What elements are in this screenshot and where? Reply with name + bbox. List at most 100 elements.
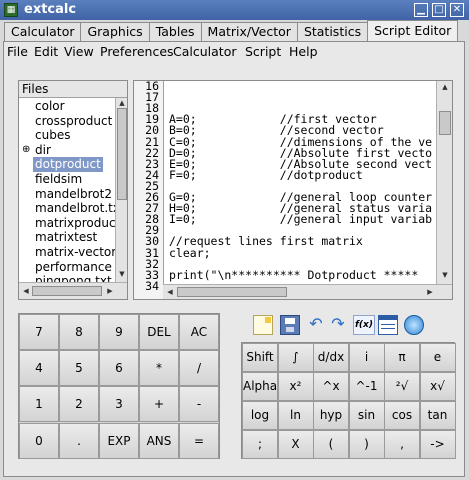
file-item[interactable]: mandelbrot2	[33, 187, 114, 202]
menu-script[interactable]: Script	[245, 44, 281, 59]
new-file-icon[interactable]	[253, 315, 273, 335]
menu-preferences[interactable]: Preferences	[100, 44, 174, 59]
close-icon[interactable]: ✕	[450, 3, 464, 17]
function-button[interactable]: ,	[384, 430, 420, 459]
function-button[interactable]: ln	[277, 401, 314, 430]
scroll-left-icon[interactable]: ◀	[165, 288, 175, 296]
function-button[interactable]: ;	[242, 430, 278, 459]
scroll-right-icon[interactable]: ▶	[425, 288, 435, 296]
function-button[interactable]: π	[384, 343, 420, 372]
keypad-button[interactable]: .	[59, 422, 99, 459]
function-button[interactable]: tan	[419, 401, 456, 430]
keypad-button[interactable]: ANS	[139, 422, 179, 459]
function-button[interactable]: Shift	[242, 343, 278, 372]
function-button[interactable]: x√	[419, 372, 456, 401]
tab-tables[interactable]: Tables	[148, 22, 202, 41]
file-item[interactable]: color	[33, 99, 67, 114]
editor-hscrollbar[interactable]: ◀ ▶	[163, 284, 452, 299]
keypad-button[interactable]: 0	[19, 422, 59, 459]
keypad-button[interactable]: -	[179, 386, 219, 423]
tab-matrix-vector[interactable]: Matrix/Vector	[200, 22, 298, 41]
keypad-button[interactable]: 9	[99, 314, 139, 350]
scroll-down-icon[interactable]: ▼	[117, 270, 127, 278]
function-button[interactable]: sin	[348, 401, 385, 430]
scroll-up-icon[interactable]: ▲	[440, 83, 450, 91]
function-button[interactable]: ^x	[313, 372, 349, 401]
tab-statistics[interactable]: Statistics	[296, 22, 369, 41]
function-button[interactable]: ->	[419, 430, 456, 459]
editor-vscroll-thumb[interactable]	[439, 111, 451, 135]
menu-calculator[interactable]: Calculator	[173, 44, 236, 59]
function-button[interactable]: log	[242, 401, 278, 430]
maximize-icon[interactable]: □	[432, 3, 446, 17]
function-button[interactable]: X	[277, 430, 314, 459]
function-button[interactable]: x²	[277, 372, 314, 401]
keypad-button[interactable]: /	[179, 350, 219, 387]
keypad-button[interactable]: 1	[19, 386, 59, 423]
file-item[interactable]: matrixproduct	[33, 216, 122, 231]
function-button[interactable]: (	[313, 430, 349, 459]
file-item[interactable]: dotproduct	[33, 157, 103, 173]
keypad-button[interactable]: 6	[99, 350, 139, 387]
editor-vscrollbar[interactable]: ▲ ▼	[436, 81, 452, 284]
function-button[interactable]: cos	[384, 401, 420, 430]
tab-graphics[interactable]: Graphics	[80, 22, 150, 41]
file-item[interactable]: matrix-vector	[33, 245, 118, 260]
run-icon[interactable]	[404, 315, 424, 335]
save-icon[interactable]	[280, 315, 300, 335]
function-button[interactable]: d/dx	[313, 343, 349, 372]
keypad-button[interactable]: *	[139, 350, 179, 387]
keypad-button[interactable]: 4	[19, 350, 59, 387]
scroll-left-icon[interactable]: ◀	[21, 287, 31, 295]
function-icon[interactable]: f(x)	[353, 315, 375, 335]
keypad-button[interactable]: 7	[19, 314, 59, 350]
keypad-button[interactable]: 2	[59, 386, 99, 423]
scroll-up-icon[interactable]: ▲	[117, 99, 127, 107]
keypad-button[interactable]: EXP	[99, 422, 139, 459]
file-item[interactable]: dir	[33, 143, 53, 158]
function-button[interactable]: i	[348, 343, 385, 372]
menu-help[interactable]: Help	[289, 44, 318, 59]
files-hscroll-thumb[interactable]	[32, 286, 102, 296]
minimize-icon[interactable]: ▁	[414, 3, 428, 17]
keypad-button[interactable]: 3	[99, 386, 139, 423]
function-button[interactable]: ^-1	[348, 372, 385, 401]
function-button[interactable]: hyp	[313, 401, 349, 430]
keypad-button[interactable]: DEL	[139, 314, 179, 350]
function-button[interactable]: )	[348, 430, 385, 459]
function-button[interactable]: e	[419, 343, 456, 372]
file-item[interactable]: matrixtest	[33, 230, 99, 245]
file-item[interactable]: cubes	[33, 128, 72, 143]
scroll-down-icon[interactable]: ▼	[440, 271, 450, 279]
tab-script-editor[interactable]: Script Editor	[367, 20, 459, 41]
menu-edit[interactable]: Edit	[34, 44, 58, 59]
keypad-button[interactable]: 8	[59, 314, 99, 350]
number-keypad: 7 8 9 DEL AC 4 5 6 */ 1 2 3 + - 0. EXP ANS =	[18, 313, 220, 459]
file-item[interactable]: performance	[33, 260, 114, 275]
menu-view[interactable]: View	[64, 44, 94, 59]
tab-calculator[interactable]: Calculator	[4, 22, 82, 41]
function-button[interactable]: Alpha	[242, 372, 278, 401]
editor-hscroll-thumb[interactable]	[177, 287, 287, 297]
files-hscrollbar[interactable]: ◀ ▶	[19, 282, 127, 299]
file-item[interactable]: fieldsim	[33, 172, 84, 187]
files-vscrollbar[interactable]: ▲ ▼	[115, 98, 127, 282]
keypad-button[interactable]: +	[139, 386, 179, 423]
scroll-right-icon[interactable]: ▶	[105, 287, 115, 295]
keypad-button[interactable]: 5	[59, 350, 99, 387]
expand-icon[interactable]: ⊕	[22, 144, 30, 155]
window-icon[interactable]	[378, 315, 398, 335]
files-vscroll-thumb[interactable]	[117, 108, 127, 200]
script-editor[interactable]: 16 17 18 19 20 21 22 23 24 25 26 27 28 29 30 31 32 33 34 A…	[133, 80, 453, 300]
code-line: F=0; //dotproduct	[169, 167, 363, 182]
files-panel: Files color crossproduct cubes ⊕ dir dotprodu…	[18, 80, 128, 300]
keypad-button[interactable]: =	[179, 422, 219, 459]
function-button[interactable]: ∫	[277, 343, 314, 372]
menu-file[interactable]: File	[7, 44, 28, 59]
function-button[interactable]: ²√	[384, 372, 420, 401]
redo-icon[interactable]: ↷	[328, 315, 348, 335]
keypad-button[interactable]: AC	[179, 314, 219, 350]
file-item[interactable]: crossproduct	[33, 114, 114, 129]
undo-icon[interactable]: ↶	[306, 315, 326, 335]
file-item[interactable]: mandelbrot.txt	[33, 201, 127, 216]
